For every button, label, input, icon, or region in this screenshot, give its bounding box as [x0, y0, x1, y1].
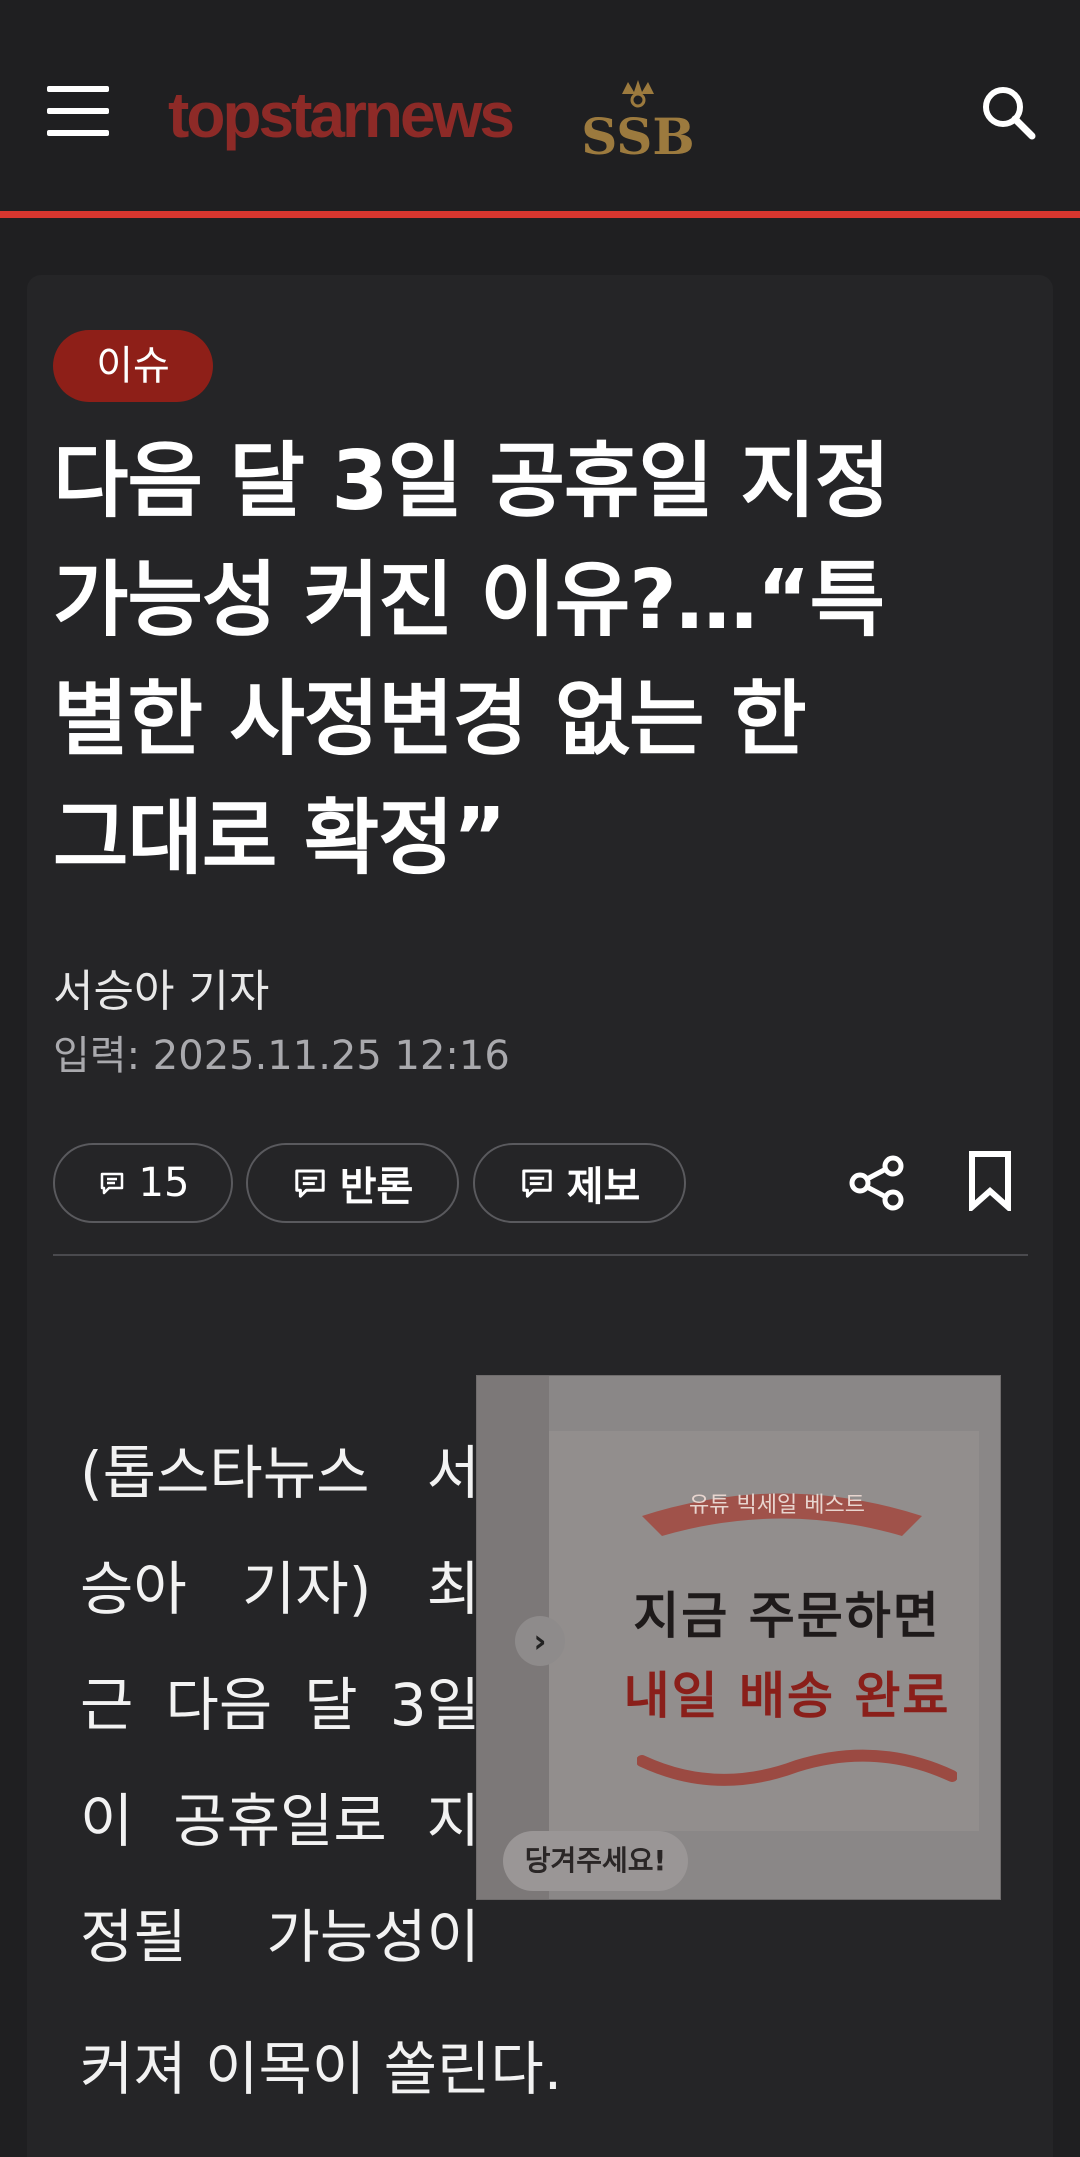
comment-icon — [100, 1172, 123, 1195]
category-badge[interactable]: 이슈 — [53, 330, 213, 402]
bookmark-icon[interactable] — [968, 1151, 1012, 1211]
comment-count: 15 — [138, 1160, 190, 1206]
body-line: 정될 가능성이 — [80, 1903, 480, 1971]
chevron-right-icon[interactable]: › — [515, 1616, 565, 1666]
ad-pull-button[interactable]: 당겨주세요! — [503, 1831, 688, 1891]
headline-line: 그대로 확정” — [53, 791, 507, 886]
body-line: 커져 이목이 쏠린다. — [80, 2035, 563, 2103]
ribbon-graphic — [637, 1749, 957, 1786]
tip-label: 제보 — [566, 1164, 641, 1210]
article-headline: 다음 달 3일 공휴일 지정 가능성 커진 이유?…“특 별한 사정변경 없는 … — [53, 422, 1043, 898]
ad-subheadline: 내일 배송 완료 — [623, 1667, 951, 1725]
comment-icon — [521, 1169, 552, 1198]
body-line: (톱스타뉴스 서 — [80, 1439, 480, 1507]
share-icon[interactable] — [848, 1154, 906, 1212]
body-line: 승아 기자) 최 — [80, 1555, 480, 1623]
ad-banner[interactable]: 유튜 빅세일 베스트 지금 주문하면 내일 배송 완료 › 당겨주세요! — [476, 1375, 1001, 1900]
search-icon[interactable] — [978, 82, 1038, 142]
menu-icon[interactable] — [47, 86, 109, 136]
site-logo[interactable]: topstarnews — [168, 70, 515, 160]
comment-icon — [294, 1169, 325, 1198]
headline-line: 별한 사정변경 없는 한 — [53, 672, 807, 767]
comments-button[interactable]: 15 — [53, 1143, 233, 1223]
headline-line: 다음 달 3일 공휴일 지정 — [53, 434, 890, 529]
rebuttal-button[interactable]: 반론 — [246, 1143, 459, 1223]
svg-text:SSB: SSB — [581, 107, 694, 160]
published-date: 입력: 2025.11.25 12:16 — [53, 1033, 510, 1079]
ad-headline: 지금 주문하면 — [633, 1587, 941, 1645]
ad-ribbon-text: 유튜 빅세일 베스트 — [689, 1493, 865, 1518]
body-line: 근 다음 달 3일 — [80, 1671, 480, 1739]
headline-line: 가능성 커진 이유?…“특 — [53, 553, 885, 648]
ssb-logo[interactable]: SSB — [578, 78, 698, 160]
reporter-name[interactable]: 서승아 기자 — [53, 955, 269, 1019]
rebuttal-label: 반론 — [339, 1164, 414, 1210]
site-header: topstarnews SSB — [0, 0, 1080, 218]
tip-button[interactable]: 제보 — [473, 1143, 686, 1223]
divider — [53, 1254, 1028, 1256]
article-body: (톱스타뉴스 서 승아 기자) 최 근 다음 달 3일 이 공휴일로 지 정될 … — [80, 1415, 480, 1995]
body-line: 이 공휴일로 지 — [80, 1787, 480, 1855]
